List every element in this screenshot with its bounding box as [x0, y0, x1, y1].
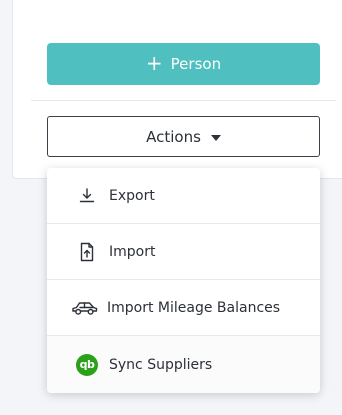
actions-menu: Export Import Import Mileage Balances qb… — [47, 168, 320, 393]
quickbooks-logo-icon: qb — [75, 353, 99, 377]
file-upload-icon — [75, 240, 99, 264]
caret-down-icon — [210, 134, 221, 141]
divider — [31, 100, 336, 101]
actions-dropdown-button[interactable]: Actions — [47, 116, 320, 157]
menu-item-import-mileage-balances[interactable]: Import Mileage Balances — [47, 280, 320, 336]
actions-label: Actions — [146, 127, 201, 146]
menu-item-label: Sync Suppliers — [109, 356, 213, 373]
menu-item-label: Import Mileage Balances — [107, 299, 281, 316]
menu-item-sync-suppliers[interactable]: qb Sync Suppliers — [47, 336, 320, 393]
menu-item-import[interactable]: Import — [47, 224, 320, 280]
add-person-label: Person — [170, 55, 222, 73]
menu-item-export[interactable]: Export — [47, 168, 320, 224]
plus-icon: + — [145, 51, 163, 75]
download-icon — [75, 184, 99, 208]
car-icon — [71, 296, 99, 320]
page: + Person Actions Export Import Import Mi… — [0, 0, 342, 415]
menu-item-label: Import — [109, 243, 156, 260]
menu-item-label: Export — [109, 187, 155, 204]
add-person-button[interactable]: + Person — [47, 43, 320, 85]
